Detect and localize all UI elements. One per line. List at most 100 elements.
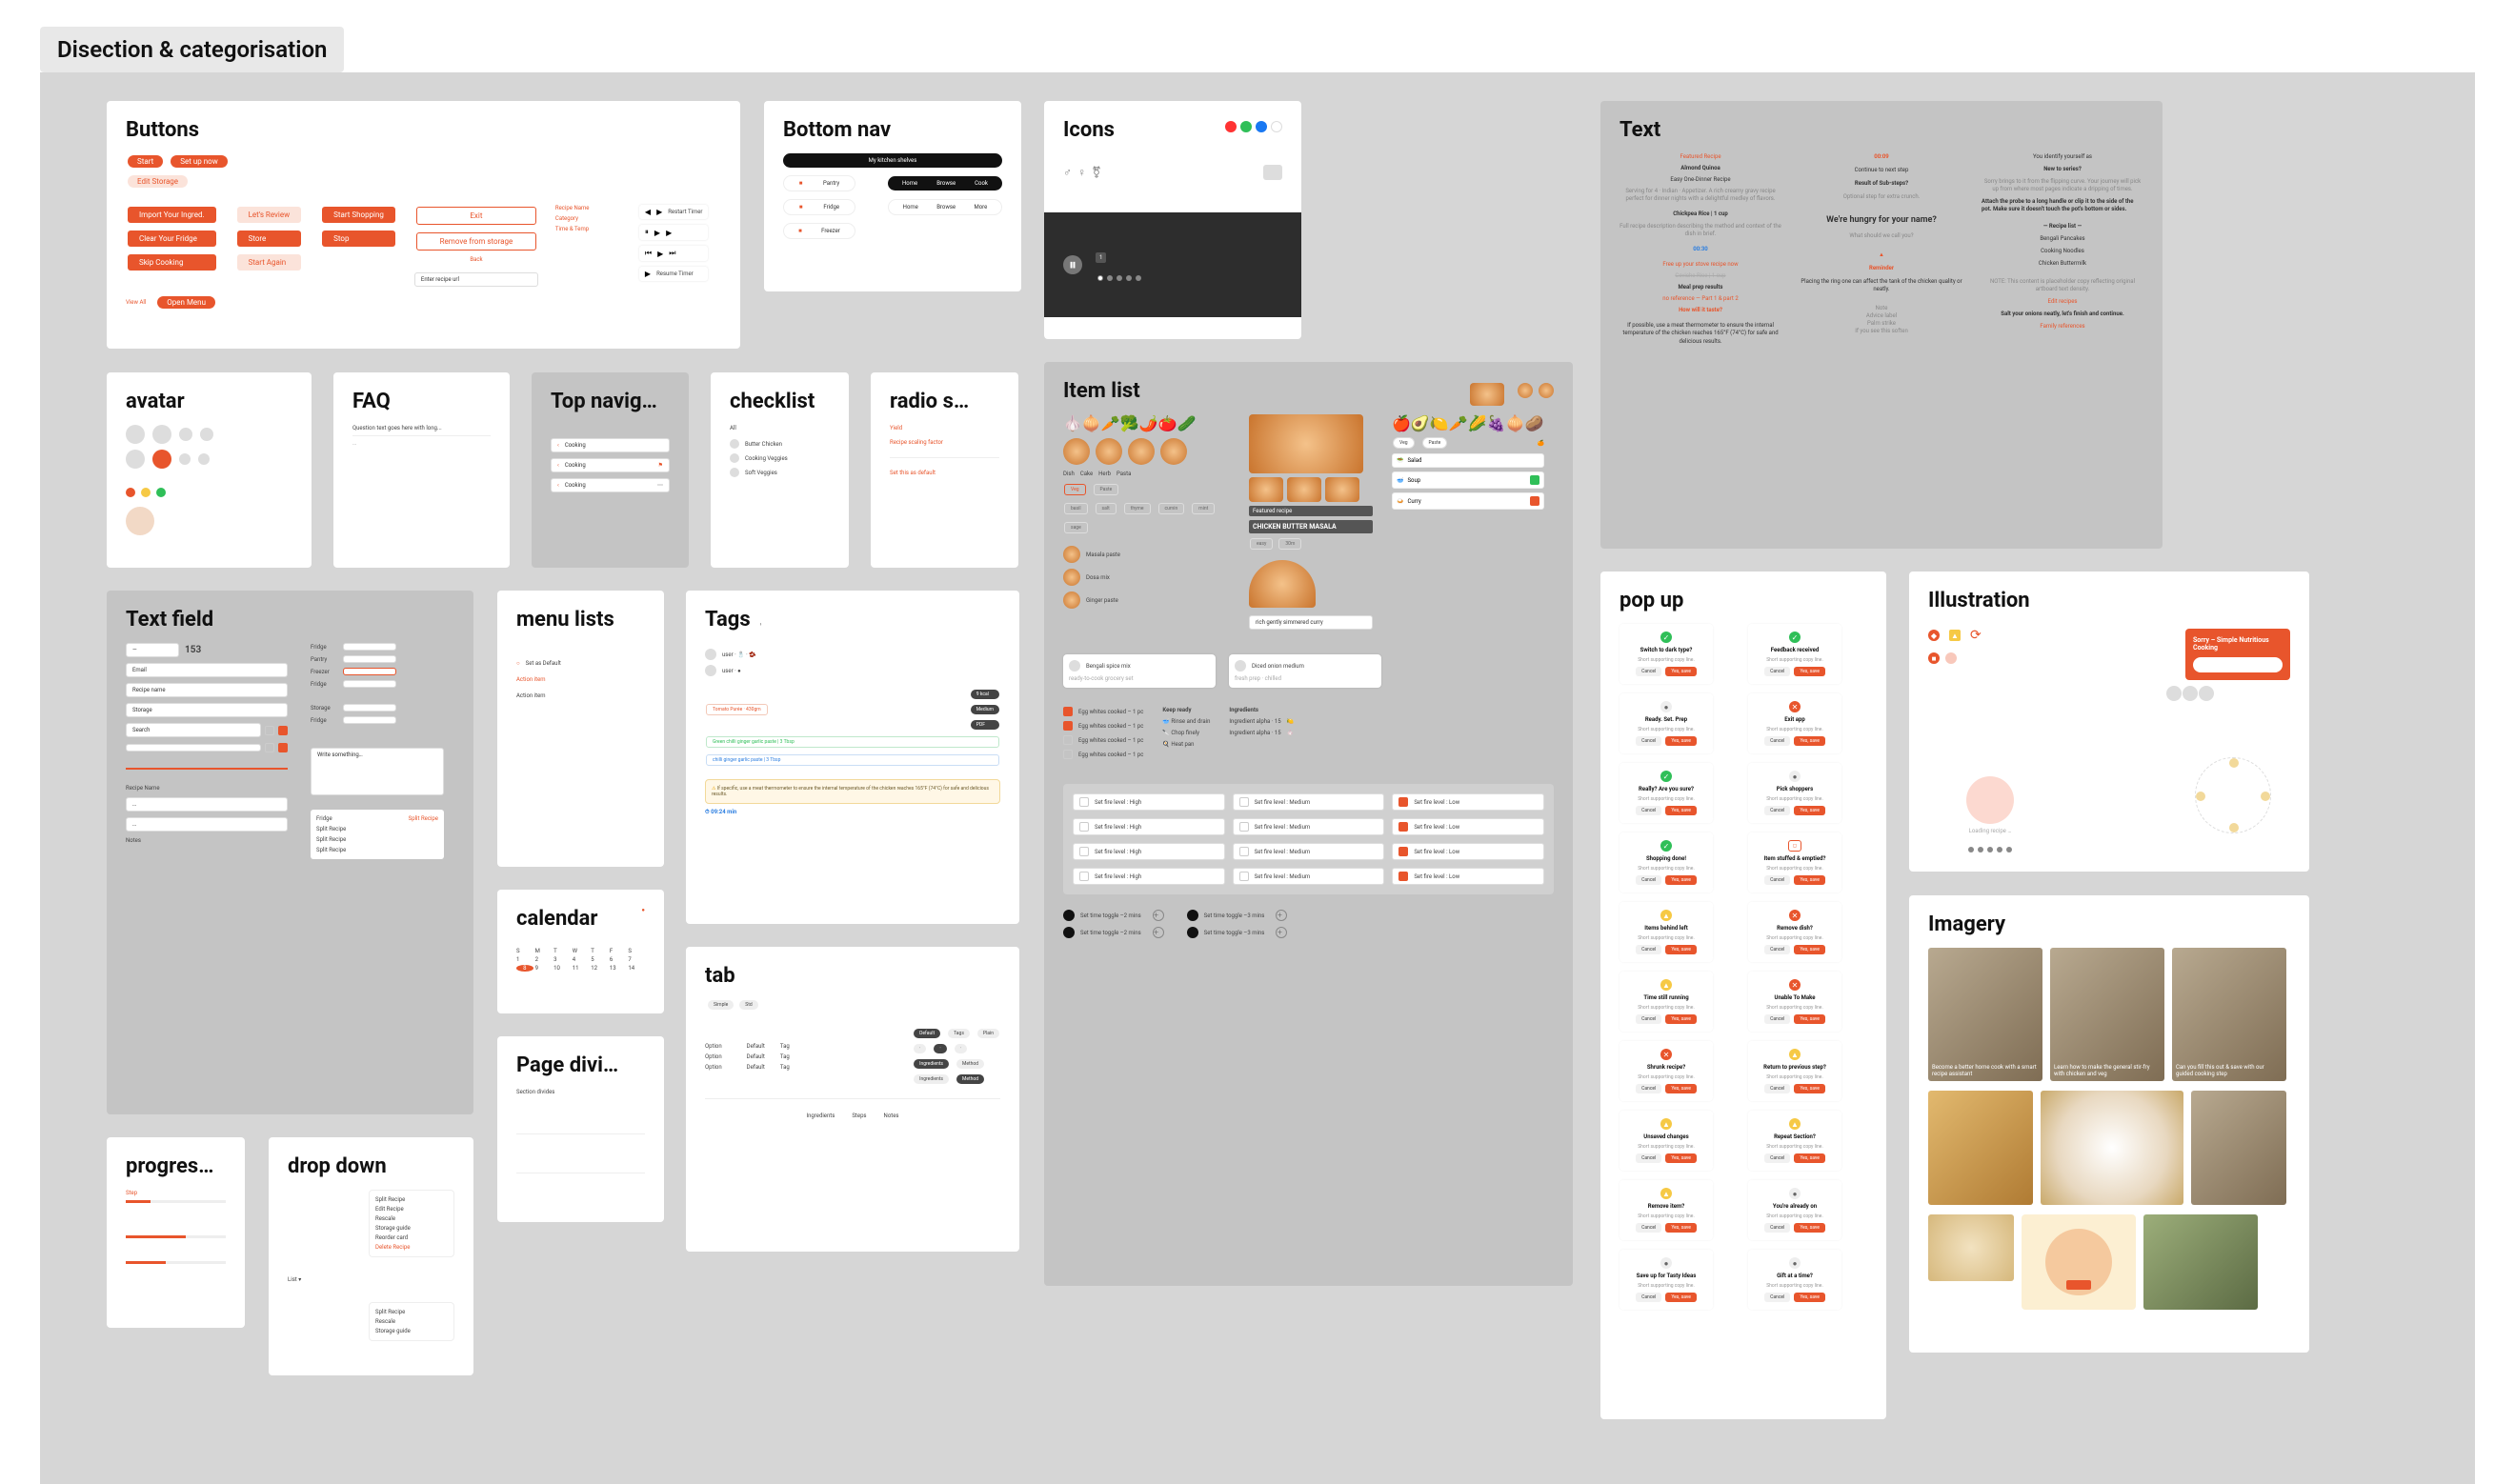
play-icon[interactable]: ▶ <box>666 229 672 237</box>
link[interactable]: View All <box>126 299 146 306</box>
nav-chip[interactable]: ■Pantry <box>783 175 855 191</box>
radio-item[interactable]: Recipe scaling factor <box>890 439 999 446</box>
cancel-button[interactable]: Cancel <box>1764 1014 1790 1024</box>
confirm-button[interactable]: Yes, save <box>1665 806 1697 815</box>
popup-modal[interactable]: ●Save up for Tasty IdeasShort supporting… <box>1620 1250 1713 1310</box>
pause-button[interactable]: ⏸ <box>1063 255 1082 274</box>
confirm-button[interactable]: Yes, save <box>1665 1293 1697 1302</box>
btn-outline[interactable]: Remove from storage <box>416 232 536 251</box>
popup-modal[interactable]: ▲Items behind leftShort supporting copy … <box>1620 902 1713 962</box>
btn[interactable]: Let's Review <box>237 207 302 223</box>
text-input[interactable] <box>343 643 396 651</box>
btn[interactable]: Clear Your Fridge <box>128 231 216 247</box>
popup-modal[interactable]: ▲Remove item?Short supporting copy line.… <box>1620 1180 1713 1240</box>
popup-modal[interactable]: ✕Unable To MakeShort supporting copy lin… <box>1748 972 1841 1032</box>
confirm-button[interactable]: Yes, save <box>1665 1084 1697 1093</box>
menu-item[interactable]: Split Recipe <box>375 1309 448 1315</box>
confirm-button[interactable]: Yes, save <box>1794 945 1825 954</box>
card-buttons[interactable]: Buttons Start Set up now Edit Storage Im… <box>107 101 740 349</box>
confirm-button[interactable]: Yes, save <box>1665 1223 1697 1233</box>
popup-modal[interactable]: ✓Switch to dark type?Short supporting co… <box>1620 624 1713 684</box>
popup-modal[interactable]: ✕Remove dish?Short supporting copy line.… <box>1748 902 1841 962</box>
cancel-button[interactable]: Cancel <box>1764 1293 1790 1302</box>
popup-modal[interactable]: ✓Really? Are you sure?Short supporting c… <box>1620 763 1713 823</box>
nav-row[interactable]: ‹Cooking <box>551 438 670 452</box>
popup-modal[interactable]: ✓Shopping done!Short supporting copy lin… <box>1620 832 1713 892</box>
confirm-button[interactable]: Yes, save <box>1794 667 1825 676</box>
confirm-button[interactable]: Yes, save <box>1794 736 1825 746</box>
card-item-list[interactable]: Item list 🧄🧅🥕🥦🌶️🍅🥒 DishCakeHerbPasta Veg… <box>1044 362 1573 1286</box>
pager-dots[interactable] <box>1096 267 1143 285</box>
play-icon[interactable]: ▶ <box>657 250 663 258</box>
cancel-button[interactable]: Cancel <box>1764 1153 1790 1163</box>
cancel-button[interactable]: Cancel <box>1764 945 1790 954</box>
text-input[interactable]: — <box>126 643 179 657</box>
nav-row[interactable]: ‹Cooking⚑ <box>551 458 670 472</box>
cancel-button[interactable]: Cancel <box>1636 1084 1661 1093</box>
text-input[interactable] <box>343 668 396 675</box>
skip-fwd-icon[interactable]: ⏭ <box>669 249 675 258</box>
checklist-item[interactable]: Butter Chicken <box>730 439 830 449</box>
text-input[interactable]: Search <box>126 723 261 737</box>
popup-modal[interactable]: ▲Repeat Section?Short supporting copy li… <box>1748 1111 1841 1171</box>
text-input[interactable] <box>343 716 396 724</box>
text-input[interactable]: … <box>126 797 288 812</box>
confirm-button[interactable]: Yes, save <box>1794 1014 1825 1024</box>
card-top-nav[interactable]: Top navig… ‹Cooking ‹Cooking⚑ ‹Cooking⋯ <box>532 372 689 568</box>
popup-modal[interactable]: ✓Feedback receivedShort supporting copy … <box>1748 624 1841 684</box>
btn-primary[interactable]: Start <box>128 155 163 168</box>
card-avatar[interactable]: avatar <box>107 372 312 568</box>
nav-chip[interactable]: ■Freezer <box>783 223 855 239</box>
menu-item[interactable]: Storage guide <box>375 1225 448 1232</box>
cancel-button[interactable]: Cancel <box>1636 1223 1661 1233</box>
popup-modal[interactable]: ●Pick shoppersShort supporting copy line… <box>1748 763 1841 823</box>
filter-chip[interactable]: Paste <box>1094 484 1119 495</box>
menu-item[interactable]: Rescale <box>375 1318 448 1325</box>
card-text[interactable]: Text Featured Recipe Almond Quinoa Easy … <box>1600 101 2163 549</box>
faq-question[interactable]: Question text goes here with long... <box>352 425 491 431</box>
radio-item[interactable]: Set this as default <box>890 470 999 476</box>
checkbox[interactable] <box>265 743 274 752</box>
popup-modal[interactable]: ●Ready. Set. PrepShort supporting copy l… <box>1620 693 1713 753</box>
segment[interactable]: Simple <box>708 1000 734 1010</box>
nav-pill-light[interactable]: HomeBrowseMore <box>888 199 1002 215</box>
pill[interactable]: Default <box>914 1029 940 1038</box>
card-radio[interactable]: radio s… Yield Recipe scaling factor Set… <box>871 372 1018 568</box>
slider[interactable] <box>126 768 288 770</box>
menu-item[interactable]: Reorder card <box>375 1234 448 1241</box>
filter-chip[interactable]: Veg <box>1064 484 1086 495</box>
nav-chip[interactable]: ■Fridge <box>783 199 855 215</box>
popup-modal[interactable]: ✕Exit appShort supporting copy line.Canc… <box>1748 693 1841 753</box>
cancel-button[interactable]: Cancel <box>1764 1084 1790 1093</box>
checkbox-checked[interactable] <box>278 726 288 735</box>
menu-item[interactable]: Edit Recipe <box>375 1206 448 1213</box>
popup-modal[interactable]: ◻Item stuffed & emptied?Short supporting… <box>1748 832 1841 892</box>
cancel-button[interactable]: Cancel <box>1764 806 1790 815</box>
cancel-button[interactable]: Cancel <box>1636 1153 1661 1163</box>
pill[interactable]: Ingredients <box>914 1059 949 1069</box>
cancel-button[interactable]: Cancel <box>1636 875 1661 885</box>
cancel-button[interactable]: Cancel <box>1764 875 1790 885</box>
tag-chip[interactable]: Green chilli ginger garlic paste | 3 Tbs… <box>706 736 999 748</box>
cancel-button[interactable]: Cancel <box>1636 1293 1661 1302</box>
popup-modal[interactable]: ▲Time still runningShort supporting copy… <box>1620 972 1713 1032</box>
confirm-button[interactable]: Yes, save <box>1665 667 1697 676</box>
menu-item[interactable]: Storage guide <box>375 1328 448 1334</box>
confirm-button[interactable]: Yes, save <box>1794 806 1825 815</box>
pause-icon[interactable]: ⏸ <box>645 228 649 237</box>
url-field[interactable]: Enter recipe url <box>414 272 538 287</box>
card-imagery[interactable]: Imagery Become a better home cook with a… <box>1909 895 2309 1353</box>
confirm-button[interactable]: Yes, save <box>1794 875 1825 885</box>
nav-pill-dark[interactable]: My kitchen shelves <box>783 153 1002 168</box>
list-item[interactable]: 🥣Soup <box>1392 471 1544 489</box>
menu-item-destructive[interactable]: Delete Recipe <box>375 1244 448 1251</box>
segment[interactable]: Std <box>739 1000 757 1010</box>
checkbox-checked[interactable] <box>278 743 288 752</box>
btn[interactable]: Start Again <box>237 254 302 271</box>
card-checklist[interactable]: checklist All Butter Chicken Cooking Veg… <box>711 372 849 568</box>
confirm-button[interactable]: Yes, save <box>1794 1153 1825 1163</box>
cancel-button[interactable]: Cancel <box>1636 736 1661 746</box>
cancel-button[interactable]: Cancel <box>1636 945 1661 954</box>
play-icon[interactable]: ▶ <box>654 229 660 237</box>
tag-chip[interactable]: Tomato Purée · 430gm <box>706 704 768 715</box>
